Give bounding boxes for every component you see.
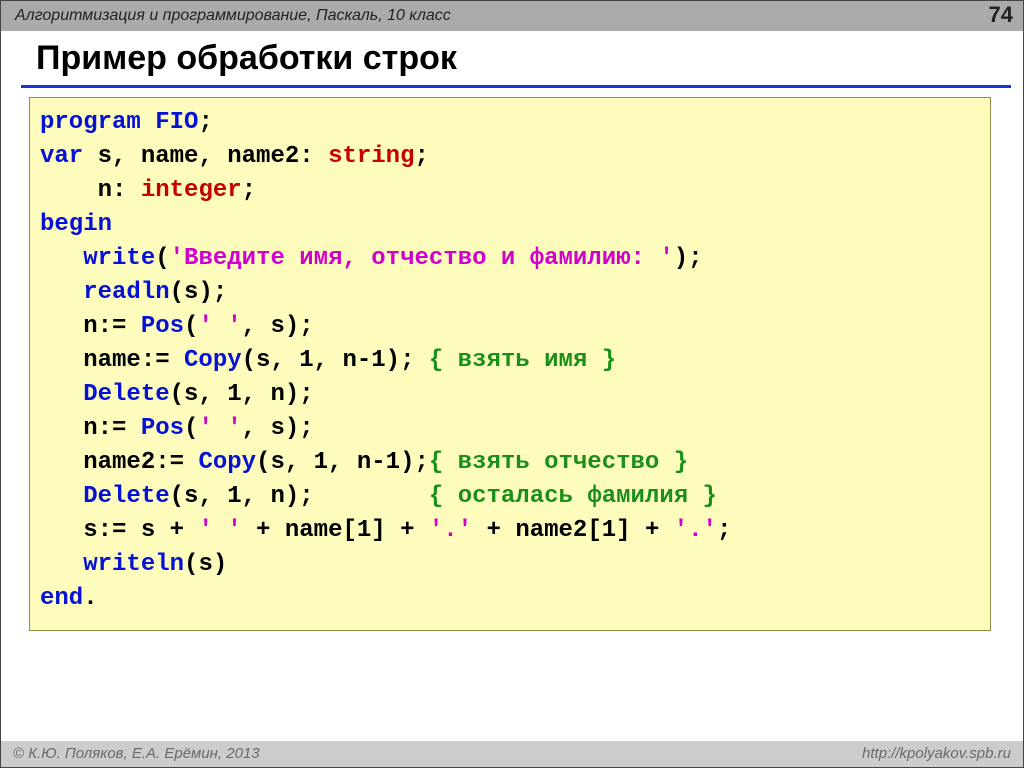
name2a: name2:= — [40, 449, 198, 476]
str-dot1: '.' — [429, 517, 472, 544]
str-space3: ' ' — [198, 517, 241, 544]
pos-arg-close2: , s); — [242, 415, 314, 442]
str-prompt: 'Введите имя, отчество и фамилию: ' — [170, 245, 674, 272]
fn-pos2: Pos — [141, 415, 184, 442]
str-space1: ' ' — [198, 313, 241, 340]
fn-readln: readln — [83, 279, 169, 306]
str-space2: ' ' — [198, 415, 241, 442]
pos-arg-open1: ( — [184, 313, 198, 340]
fn-copy1: Copy — [184, 347, 242, 374]
type-string: string — [328, 143, 414, 170]
footer-bar: © К.Ю. Поляков, Е.А. Ерёмин, 2013 http:/… — [1, 741, 1023, 767]
n-decl: n: — [40, 177, 141, 204]
fn-write: write — [83, 245, 155, 272]
kw-begin: begin — [40, 211, 112, 238]
slide: Алгоритмизация и программирование, Паска… — [0, 0, 1024, 768]
fn-delete2: Delete — [83, 483, 169, 510]
kw-end: end — [40, 585, 83, 612]
plus2: + name2[1] + — [472, 517, 674, 544]
pos-arg-open2: ( — [184, 415, 198, 442]
fn-delete1: Delete — [83, 381, 169, 408]
code-box: program FIO; var s, name, name2: string;… — [29, 97, 991, 631]
copy-args1: (s, 1, n-1); — [242, 347, 429, 374]
kw-program: program — [40, 109, 141, 136]
concat-start: s:= s + — [40, 517, 198, 544]
del-args2: (s, 1, n); — [170, 483, 314, 510]
copyright: © К.Ю. Поляков, Е.А. Ерёмин, 2013 — [13, 745, 260, 762]
kw-var: var — [40, 143, 83, 170]
name1a: name:= — [40, 347, 184, 374]
fn-writeln: writeln — [83, 551, 184, 578]
comment-3: { осталась фамилия } — [429, 483, 717, 510]
pos-arg-close1: , s); — [242, 313, 314, 340]
fn-pos1: Pos — [141, 313, 184, 340]
var-list: s, name, name2: — [83, 143, 328, 170]
del-args1: (s, 1, n); — [170, 381, 314, 408]
page-title: Пример обработки строк — [36, 39, 1003, 78]
pos2a: n:= — [40, 415, 141, 442]
copy-args2: (s, 1, n-1); — [256, 449, 429, 476]
prog-name: FIO — [155, 109, 198, 136]
pos1a: n:= — [40, 313, 141, 340]
footer-url: http://kpolyakov.spb.ru — [862, 741, 1011, 767]
comment-2: { взять отчество } — [429, 449, 688, 476]
del-pad — [314, 483, 429, 510]
page-number: 74 — [989, 1, 1013, 31]
str-dot2: '.' — [674, 517, 717, 544]
plus1: + name[1] + — [242, 517, 429, 544]
top-bar: Алгоритмизация и программирование, Паска… — [1, 1, 1023, 31]
fn-copy2: Copy — [198, 449, 256, 476]
semi: ; — [717, 517, 731, 544]
breadcrumb: Алгоритмизация и программирование, Паска… — [15, 7, 451, 24]
type-integer: integer — [141, 177, 242, 204]
readln-arg: (s); — [170, 279, 228, 306]
title-underline — [21, 85, 1011, 88]
writeln-arg: (s) — [184, 551, 227, 578]
comment-1: { взять имя } — [429, 347, 616, 374]
code-listing: program FIO; var s, name, name2: string;… — [40, 106, 980, 616]
